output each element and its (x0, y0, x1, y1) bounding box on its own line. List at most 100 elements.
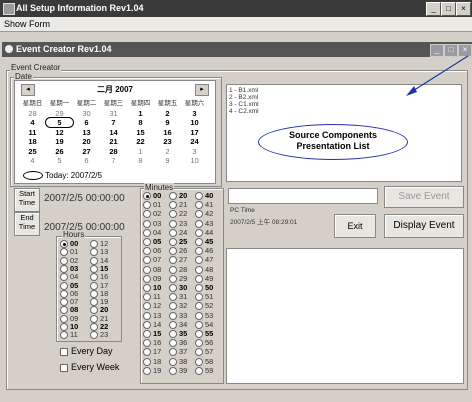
minute-radio[interactable] (195, 357, 203, 366)
minute-radio[interactable] (143, 330, 151, 339)
hour-radio[interactable] (60, 281, 68, 290)
calendar-day[interactable]: 15 (127, 128, 154, 137)
start-time-button[interactable]: Start Time (14, 188, 40, 212)
minute-radio[interactable] (195, 302, 203, 311)
hour-radio[interactable] (90, 289, 98, 298)
calendar-day[interactable]: 7 (100, 156, 127, 165)
minute-radio[interactable] (143, 201, 151, 210)
minute-option[interactable]: 45 (195, 238, 213, 247)
minute-radio[interactable] (169, 320, 177, 329)
minute-option[interactable]: 26 (169, 247, 187, 256)
minute-radio[interactable] (169, 311, 177, 320)
minute-radio[interactable] (195, 348, 203, 357)
hour-option[interactable]: 11 (60, 331, 78, 340)
minute-radio[interactable] (195, 293, 203, 302)
list-item[interactable]: 2 - B2.xml (229, 94, 259, 101)
calendar-day[interactable]: 7 (100, 118, 127, 127)
minute-radio[interactable] (169, 210, 177, 219)
minute-radio[interactable] (195, 201, 203, 210)
minute-radio[interactable] (195, 366, 203, 375)
calendar-day[interactable]: 6 (73, 118, 100, 127)
minute-radio[interactable] (143, 311, 151, 320)
calendar-day[interactable]: 3 (181, 109, 208, 118)
save-event-button[interactable]: Save Event (384, 186, 464, 208)
display-event-button[interactable]: Display Event (384, 214, 464, 238)
minute-option[interactable]: 37 (169, 348, 187, 357)
minute-radio[interactable] (169, 348, 177, 357)
hour-radio[interactable] (90, 323, 98, 332)
minute-option[interactable]: 02 (143, 210, 161, 219)
minute-option[interactable]: 35 (169, 330, 187, 339)
minute-option[interactable]: 51 (195, 293, 213, 302)
minute-option[interactable]: 13 (143, 311, 161, 320)
minute-radio[interactable] (195, 339, 203, 348)
maximize-button[interactable]: □ (441, 2, 456, 16)
minute-radio[interactable] (143, 348, 151, 357)
minute-radio[interactable] (169, 339, 177, 348)
calendar-day[interactable]: 21 (100, 137, 127, 146)
minute-option[interactable]: 44 (195, 228, 213, 237)
minute-option[interactable]: 33 (169, 311, 187, 320)
minute-radio[interactable] (169, 274, 177, 283)
minute-option[interactable]: 01 (143, 201, 161, 210)
minute-radio[interactable] (143, 247, 151, 256)
calendar-day[interactable]: 5 (46, 156, 73, 165)
minute-radio[interactable] (169, 256, 177, 265)
minute-radio[interactable] (143, 219, 151, 228)
list-item[interactable]: 3 - C1.xml (229, 101, 259, 108)
hour-radio[interactable] (60, 314, 68, 323)
calendar-day[interactable]: 27 (73, 147, 100, 156)
calendar-day[interactable]: 16 (154, 128, 181, 137)
calendar[interactable]: ◂ 二月 2007 ▸ 星期日 星期一 星期二 星期三 星期四 星期五 星期六 … (14, 80, 216, 184)
calendar-day[interactable]: 2 (154, 109, 181, 118)
minute-radio[interactable] (169, 192, 177, 201)
calendar-day[interactable]: 1 (127, 147, 154, 156)
minute-option[interactable]: 43 (195, 219, 213, 228)
hour-radio[interactable] (90, 256, 98, 265)
every-week-checkbox[interactable] (60, 363, 68, 372)
every-week-option[interactable]: Every Week (60, 362, 119, 372)
calendar-day[interactable]: 20 (73, 137, 100, 146)
minute-radio[interactable] (143, 274, 151, 283)
minute-radio[interactable] (169, 201, 177, 210)
list-item[interactable]: 4 - C2.xml (229, 108, 259, 115)
hour-radio[interactable] (90, 264, 98, 273)
calendar-day[interactable]: 17 (181, 128, 208, 137)
minute-option[interactable]: 34 (169, 320, 187, 329)
minute-option[interactable]: 04 (143, 228, 161, 237)
calendar-day[interactable]: 2 (154, 147, 181, 156)
calendar-day[interactable]: 12 (46, 128, 73, 137)
minute-radio[interactable] (169, 302, 177, 311)
minute-radio[interactable] (169, 293, 177, 302)
hour-radio[interactable] (60, 264, 68, 273)
calendar-prev-button[interactable]: ◂ (21, 84, 35, 96)
minute-option[interactable]: 09 (143, 274, 161, 283)
calendar-day[interactable]: 10 (181, 156, 208, 165)
minute-radio[interactable] (195, 210, 203, 219)
calendar-day[interactable]: 22 (127, 137, 154, 146)
minute-radio[interactable] (169, 238, 177, 247)
minute-option[interactable]: 30 (169, 284, 187, 293)
minute-radio[interactable] (143, 265, 151, 274)
minute-radio[interactable] (195, 330, 203, 339)
minute-option[interactable]: 48 (195, 265, 213, 274)
minute-option[interactable]: 18 (143, 357, 161, 366)
minute-option[interactable]: 39 (169, 366, 187, 375)
hour-radio[interactable] (60, 306, 68, 315)
hour-radio[interactable] (90, 306, 98, 315)
calendar-day[interactable]: 24 (181, 137, 208, 146)
minute-radio[interactable] (195, 284, 203, 293)
hour-radio[interactable] (90, 331, 98, 340)
minute-option[interactable]: 32 (169, 302, 187, 311)
calendar-day[interactable]: 25 (19, 147, 46, 156)
hour-radio[interactable] (90, 298, 98, 307)
minute-radio[interactable] (143, 366, 151, 375)
minute-radio[interactable] (143, 210, 151, 219)
minute-option[interactable]: 21 (169, 201, 187, 210)
minute-option[interactable]: 27 (169, 256, 187, 265)
minute-option[interactable]: 07 (143, 256, 161, 265)
minute-radio[interactable] (195, 274, 203, 283)
calendar-day[interactable]: 28 (100, 147, 127, 156)
minute-radio[interactable] (169, 265, 177, 274)
minute-radio[interactable] (169, 247, 177, 256)
